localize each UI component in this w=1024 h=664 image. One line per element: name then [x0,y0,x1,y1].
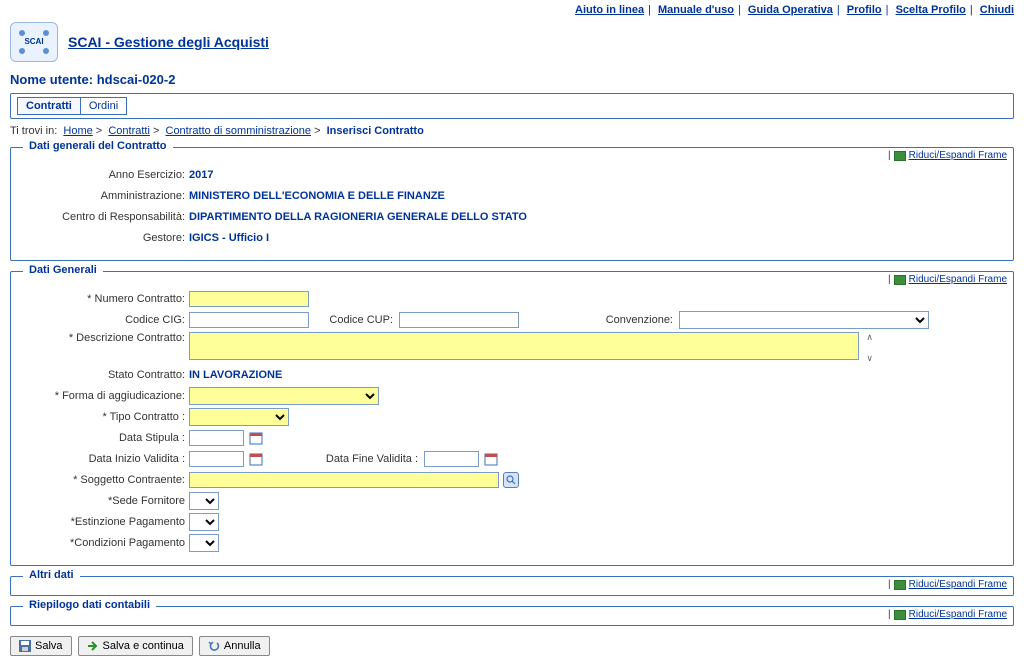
logo-icon: SCAI [10,22,58,62]
label-forma: * Forma di aggiudicazione: [21,390,189,402]
section-altri-dati: Altri dati | Riduci/Espandi Frame [10,576,1014,596]
collapse-icon [894,580,906,590]
arrow-right-icon [87,640,99,652]
frame-toggle-1[interactable]: | Riduci/Espandi Frame [888,150,1007,161]
input-numero-contratto[interactable] [189,291,309,307]
breadcrumb-prefix: Ti trovi in: [10,125,57,137]
legend-altri-dati: Altri dati [23,569,80,581]
textarea-scroll-icon: ∧∨ [866,332,873,364]
textarea-descrizione[interactable] [189,332,859,360]
link-manual[interactable]: Manuale d'uso [658,4,734,16]
save-button[interactable]: Salva [10,636,72,656]
breadcrumb-current: Inserisci Contratto [327,125,424,137]
label-soggetto: * Soggetto Contraente: [21,474,189,486]
input-data-fine[interactable] [424,451,479,467]
save-continue-button[interactable]: Salva e continua [78,636,193,656]
section-riepilogo-contabili: Riepilogo dati contabili | Riduci/Espand… [10,606,1014,626]
breadcrumb-contratti[interactable]: Contratti [108,125,150,137]
label-ammin: Amministrazione: [21,190,189,202]
legend-riepilogo-contabili: Riepilogo dati contabili [23,599,156,611]
label-inizio: Data Inizio Validita : [21,453,189,465]
link-choose-profile[interactable]: Scelta Profilo [896,4,966,16]
label-cup: Codice CUP: [309,314,399,326]
search-icon[interactable] [503,472,519,488]
label-stato: Stato Contratto: [21,369,189,381]
button-bar: Salva Salva e continua Annulla [10,636,1014,656]
link-close[interactable]: Chiudi [980,4,1014,16]
user-name: hdscai-020-2 [97,72,176,87]
collapse-icon [894,151,906,161]
breadcrumb-home[interactable]: Home [63,125,92,137]
label-estinzione: *Estinzione Pagamento [21,516,189,528]
label-centro: Centro di Responsabilità: [21,211,189,223]
header: SCAI SCAI - Gestione degli Acquisti [0,20,1024,68]
breadcrumb-somm[interactable]: Contratto di somministrazione [166,125,312,137]
input-soggetto-contraente[interactable] [189,472,499,488]
floppy-icon [19,640,31,652]
value-anno: 2017 [189,169,213,181]
label-stipula: Data Stipula : [21,432,189,444]
label-fine: Data Fine Validita : [264,453,424,465]
section-dati-generali-contratto: Dati generali del Contratto | Riduci/Esp… [10,147,1014,261]
calendar-icon[interactable] [248,451,264,467]
frame-toggle-2[interactable]: | Riduci/Espandi Frame [888,274,1007,285]
legend-dati-generali: Dati Generali [23,264,103,276]
select-estinzione-pagamento[interactable] [189,513,219,531]
breadcrumb: Ti trovi in: Home > Contratti > Contratt… [0,119,1024,141]
section-dati-generali: Dati Generali | Riduci/Espandi Frame * N… [10,271,1014,566]
select-sede-fornitore[interactable] [189,492,219,510]
input-cig[interactable] [189,312,309,328]
label-condizioni: *Condizioni Pagamento [21,537,189,549]
link-profile[interactable]: Profilo [847,4,882,16]
tab-contratti[interactable]: Contratti [17,97,80,115]
label-convenzione: Convenzione: [519,314,679,326]
value-centro: DIPARTIMENTO DELLA RAGIONERIA GENERALE D… [189,211,527,223]
collapse-icon [894,610,906,620]
select-forma-aggiudicazione[interactable] [189,387,379,405]
input-data-stipula[interactable] [189,430,244,446]
label-gestore: Gestore: [21,232,189,244]
label-tipo: * Tipo Contratto : [21,411,189,423]
app-title[interactable]: SCAI - Gestione degli Acquisti [68,34,269,50]
collapse-icon [894,275,906,285]
input-cup[interactable] [399,312,519,328]
top-links: Aiuto in linea| Manuale d'uso| Guida Ope… [0,0,1024,20]
value-ammin: MINISTERO DELL'ECONOMIA E DELLE FINANZE [189,190,445,202]
select-condizioni-pagamento[interactable] [189,534,219,552]
label-numero: * Numero Contratto: [21,293,189,305]
label-cig: Codice CIG: [21,314,189,326]
link-guide[interactable]: Guida Operativa [748,4,833,16]
link-help[interactable]: Aiuto in linea [575,4,644,16]
tab-ordini[interactable]: Ordini [80,97,127,115]
legend-dati-generali-contratto: Dati generali del Contratto [23,140,173,152]
input-data-inizio[interactable] [189,451,244,467]
svg-text:SCAI: SCAI [24,37,43,46]
select-tipo-contratto[interactable] [189,408,289,426]
calendar-icon[interactable] [248,430,264,446]
select-convenzione[interactable] [679,311,929,329]
user-line: Nome utente: hdscai-020-2 [0,68,1024,93]
value-gestore: IGICS - Ufficio I [189,232,269,244]
frame-toggle-3[interactable]: | Riduci/Espandi Frame [888,579,1007,590]
frame-toggle-4[interactable]: | Riduci/Espandi Frame [888,609,1007,620]
calendar-icon[interactable] [483,451,499,467]
label-descrizione: * Descrizione Contratto: [21,332,189,344]
label-sede: *Sede Fornitore [21,495,189,507]
value-stato: IN LAVORAZIONE [189,369,282,381]
tab-bar: Contratti Ordini [10,93,1014,119]
user-label: Nome utente: [10,72,93,87]
cancel-button[interactable]: Annulla [199,636,270,656]
undo-icon [208,640,220,652]
label-anno: Anno Esercizio: [21,169,189,181]
